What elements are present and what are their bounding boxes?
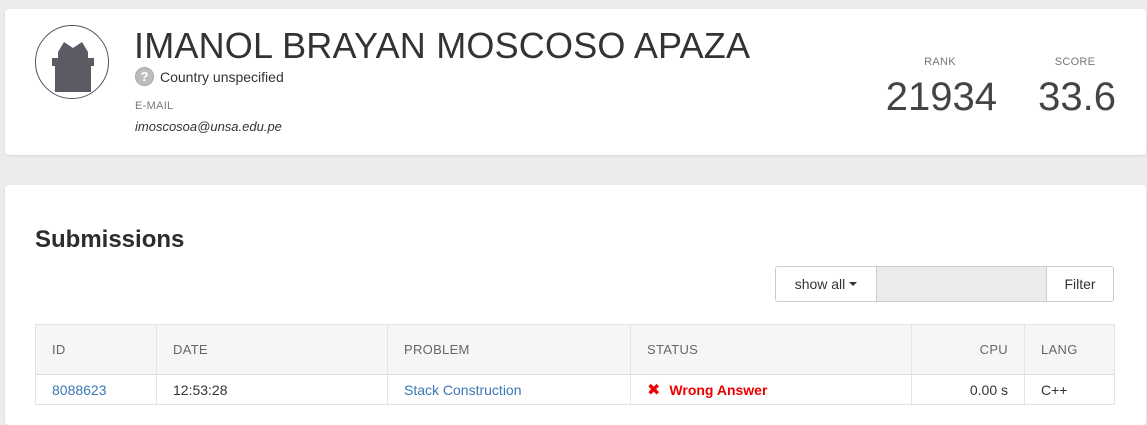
email-value: imoscosoa@unsa.edu.pe: [135, 119, 282, 134]
submission-lang: C++: [1024, 374, 1115, 405]
table-header-row: ID DATE PROBLEM STATUS CPU LANG: [35, 324, 1115, 375]
profile-card: IMANOL BRAYAN MOSCOSO APAZA ? Country un…: [5, 9, 1146, 155]
column-problem: PROBLEM: [387, 324, 631, 375]
email-label: E-MAIL: [135, 100, 174, 112]
submission-status: ✖ Wrong Answer: [630, 374, 912, 405]
section-title: Submissions: [35, 226, 185, 253]
rank-label: RANK: [924, 56, 956, 68]
default-avatar-icon: [35, 25, 109, 99]
table-row: 8088623 12:53:28 Stack Construction ✖ Wro…: [35, 374, 1115, 405]
submission-cpu: 0.00 s: [911, 374, 1025, 405]
score-value: 33.6: [1038, 75, 1116, 119]
column-lang: LANG: [1024, 324, 1115, 375]
column-cpu: CPU: [911, 324, 1025, 375]
country: ? Country unspecified: [135, 67, 284, 86]
submissions-card: Submissions show all Filter ID DATE PROB…: [5, 185, 1146, 425]
column-status: STATUS: [630, 324, 912, 375]
user-name: IMANOL BRAYAN MOSCOSO APAZA: [134, 25, 751, 66]
problem-link[interactable]: Stack Construction: [404, 382, 522, 398]
rank-value: 21934: [885, 75, 997, 119]
score-label: SCORE: [1054, 56, 1096, 68]
show-all-label: show all: [794, 276, 846, 292]
x-icon: ✖: [647, 381, 661, 399]
show-all-dropdown[interactable]: show all: [776, 267, 877, 301]
submission-date: 12:53:28: [156, 374, 388, 405]
filter-button[interactable]: Filter: [1047, 267, 1113, 301]
caret-down-icon: [849, 282, 858, 286]
filter-input[interactable]: [877, 267, 1047, 301]
status-label: Wrong Answer: [669, 381, 768, 398]
filter-group: show all Filter: [775, 266, 1114, 302]
column-date: DATE: [156, 324, 388, 375]
submissions-table: ID DATE PROBLEM STATUS CPU LANG 8088623 …: [35, 324, 1115, 405]
question-icon: ?: [135, 67, 154, 86]
submission-id-link[interactable]: 8088623: [52, 382, 107, 398]
country-label: Country unspecified: [160, 68, 284, 85]
column-id: ID: [35, 324, 157, 375]
